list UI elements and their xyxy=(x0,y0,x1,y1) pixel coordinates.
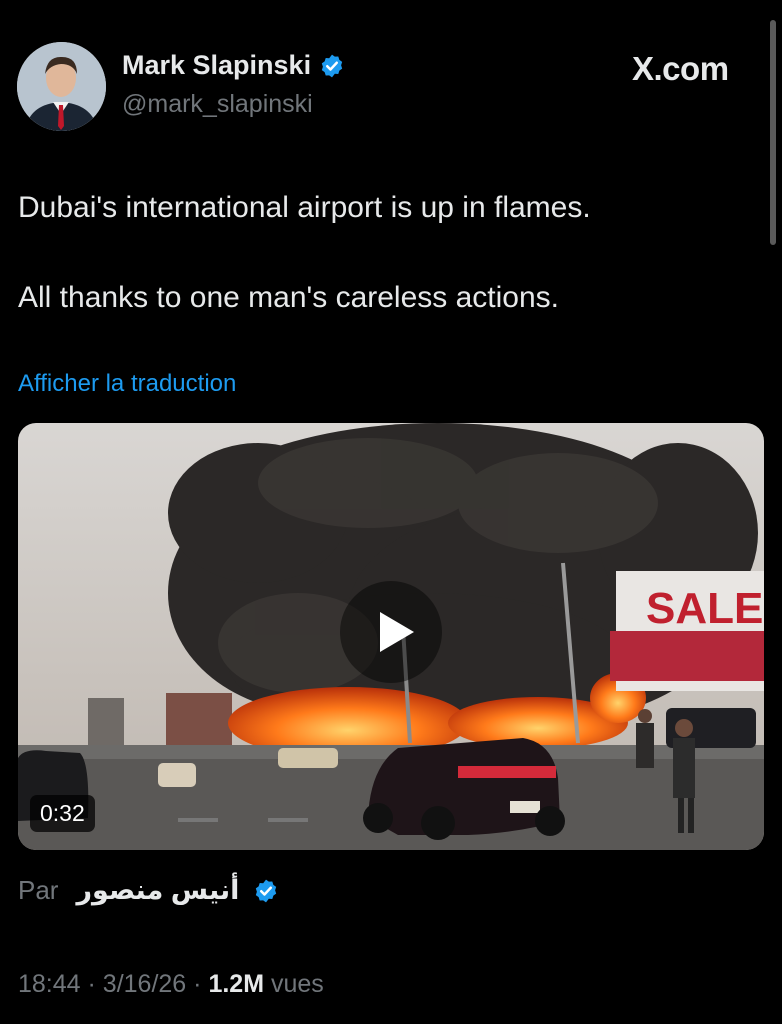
tweet-text: Dubai's international airport is up in f… xyxy=(18,185,591,320)
views-count: 1.2M xyxy=(208,970,265,998)
video-player[interactable]: SALE 0:32 xyxy=(18,423,764,850)
store-sign-text: SALE xyxy=(646,584,763,633)
avatar[interactable] xyxy=(17,42,106,131)
tweet-meta: 18:44 · 3/16/26 · 1.2M vues xyxy=(18,970,324,999)
avatar-image xyxy=(17,42,106,131)
tweet-time[interactable]: 18:44 xyxy=(18,970,81,998)
author-handle[interactable]: @mark_slapinski xyxy=(122,90,313,119)
verified-badge-icon xyxy=(321,54,343,77)
tweet-line-2: All thanks to one man's careless actions… xyxy=(18,281,559,314)
play-button[interactable] xyxy=(340,581,442,683)
separator: · xyxy=(87,970,96,998)
tweet-line-1: Dubai's international airport is up in f… xyxy=(18,191,591,224)
site-logo: X.com xyxy=(632,50,729,87)
scrollbar[interactable] xyxy=(770,20,776,245)
author-name[interactable]: Mark Slapinski xyxy=(122,50,311,81)
views-label: vues xyxy=(271,970,324,998)
verified-badge-icon xyxy=(256,879,277,902)
tweet-date[interactable]: 3/16/26 xyxy=(103,970,186,998)
attribution-label: Par xyxy=(18,875,59,905)
separator: · xyxy=(193,970,202,998)
translate-link[interactable]: Afficher la traduction xyxy=(18,370,236,398)
attribution-row: Par أنيس منصور xyxy=(18,875,279,906)
attribution-author[interactable]: أنيس منصور xyxy=(76,875,239,906)
video-duration: 0:32 xyxy=(30,795,95,832)
author-name-row[interactable]: Mark Slapinski xyxy=(122,50,345,81)
